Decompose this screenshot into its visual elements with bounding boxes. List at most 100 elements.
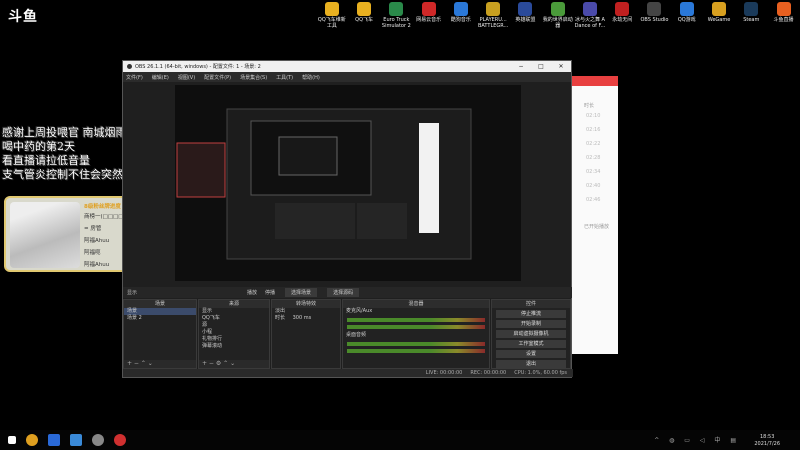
dock-title: 转场特效: [272, 300, 340, 308]
desktop-shortcut[interactable]: 冰与火之舞 A Dance of F...: [574, 2, 606, 40]
menu-file[interactable]: 文件(F): [126, 74, 143, 81]
volume-slider[interactable]: [347, 349, 485, 353]
source-item[interactable]: 礼物排行: [199, 336, 269, 343]
menu-profile[interactable]: 配置文件(P): [204, 74, 231, 81]
menu-tools[interactable]: 工具(T): [276, 74, 293, 81]
system-tray[interactable]: ^ ◍ ▭ ◁ 中 ▤: [654, 435, 740, 444]
desktop-shortcut[interactable]: QQ游戏: [671, 2, 703, 40]
time-item[interactable]: 02:28: [572, 151, 618, 165]
desktop-shortcut[interactable]: 英雄联盟: [510, 2, 542, 40]
virtual-camera-button[interactable]: 启动虚拟摄像机: [496, 330, 566, 338]
app-icon: [615, 2, 630, 16]
desktop-shortcut[interactable]: 酷狗音乐: [445, 2, 477, 40]
source-item[interactable]: 源: [199, 322, 269, 329]
fan-row: 阿福Ahuu: [84, 262, 110, 268]
time-item[interactable]: 02:46: [572, 193, 618, 207]
select-source-button[interactable]: 选择源码: [327, 288, 360, 297]
time-item[interactable]: 02:10: [572, 109, 618, 123]
desktop-shortcut[interactable]: QQ飞车: [348, 2, 380, 40]
studio-mode-button[interactable]: 工作室模式: [496, 340, 566, 348]
time-item[interactable]: 02:22: [572, 137, 618, 151]
radio-play[interactable]: 播放: [247, 289, 257, 296]
dock-title: 来源: [199, 300, 269, 308]
start-record-button[interactable]: 开始录制: [496, 320, 566, 328]
menu-scene-collection[interactable]: 场景集合(S): [240, 74, 267, 81]
source-item[interactable]: 小程: [199, 329, 269, 336]
desktop-shortcut[interactable]: WeGame: [703, 2, 735, 40]
app-icon: [550, 2, 565, 16]
source-item[interactable]: QQ飞车: [199, 315, 269, 322]
time-item[interactable]: 02:16: [572, 123, 618, 137]
app-icon[interactable]: [70, 434, 82, 446]
douyu-logo: 斗鱼: [8, 9, 38, 25]
source-item[interactable]: 弹幕滚动: [199, 343, 269, 350]
app-icon: [647, 2, 662, 16]
shortcut-label: 斗鱼直播: [773, 17, 794, 23]
chrome-icon[interactable]: [26, 434, 38, 446]
dock-title: 场景: [124, 300, 196, 308]
time-item[interactable]: 02:40: [572, 179, 618, 193]
shortcut-label: QQ游戏: [677, 17, 696, 23]
duration-input[interactable]: 300 ms: [293, 315, 312, 321]
stop-stream-button[interactable]: 停止推流: [496, 310, 566, 318]
side-browser-window[interactable]: 时长 02:10 02:16 02:22 02:28 02:34 02:40 0…: [572, 76, 618, 354]
desktop-shortcut[interactable]: 永劫无间: [606, 2, 638, 40]
exit-button[interactable]: 退出: [496, 360, 566, 368]
desktop-shortcut[interactable]: Steam: [735, 2, 767, 40]
shortcut-label: 酷狗音乐: [450, 17, 471, 23]
clock-time: 18:53: [759, 434, 775, 440]
desktop-shortcut[interactable]: QQ飞车维新工具: [316, 2, 348, 40]
preview-nested-capture: [175, 85, 521, 281]
dock-toolbar[interactable]: + − ⚙ ⌃ ⌄: [199, 360, 269, 368]
select-scene-button[interactable]: 选择场景: [285, 288, 318, 297]
close-icon[interactable]: ✕: [551, 63, 571, 70]
fan-row: 阿福Ahuu: [84, 238, 110, 244]
shortcut-label: PLAYERU... BATTLEGR...: [477, 17, 509, 29]
clock-date: 2021/7/26: [754, 441, 780, 447]
controls-dock: 控件 停止推流 开始录制 启动虚拟摄像机 工作室模式 设置 退出: [491, 299, 571, 369]
dock-toolbar[interactable]: + − ⌃ ⌄: [124, 360, 196, 368]
obs-title: OBS 26.1.1 (64-bit, windows) - 配置文件: 1 -…: [135, 64, 261, 70]
radio-stop[interactable]: 停播: [265, 289, 275, 296]
maximize-icon[interactable]: □: [531, 63, 551, 70]
app-icon: [453, 2, 468, 16]
windows-start-icon[interactable]: [8, 436, 16, 444]
browser-icon[interactable]: [48, 434, 60, 446]
sources-dock: 来源 显示 QQ飞车 源 小程 礼物排行 弹幕滚动 + − ⚙ ⌃ ⌄: [198, 299, 270, 369]
netease-music-icon[interactable]: [114, 434, 126, 446]
menu-edit[interactable]: 编辑(E): [152, 74, 169, 81]
shortcut-label: 网易云音乐: [416, 17, 442, 23]
obs-icon: [127, 64, 132, 69]
volume-slider[interactable]: [347, 325, 485, 329]
desktop-shortcut[interactable]: 我的世界启动器: [542, 2, 574, 40]
scene-item[interactable]: 场景 2: [124, 315, 196, 322]
app-icon: [486, 2, 501, 16]
source-item[interactable]: 显示: [199, 308, 269, 315]
desktop-shortcut[interactable]: OBS Studio: [639, 2, 671, 40]
menu-view[interactable]: 视图(V): [178, 74, 195, 81]
time-item[interactable]: 02:34: [572, 165, 618, 179]
obs-menubar: 文件(F) 编辑(E) 视图(V) 配置文件(P) 场景集合(S) 工具(T) …: [123, 72, 571, 82]
shortcut-label: OBS Studio: [640, 17, 669, 23]
scene-item[interactable]: 场景: [124, 308, 196, 315]
obs-window[interactable]: OBS 26.1.1 (64-bit, windows) - 配置文件: 1 -…: [122, 60, 573, 378]
scene-tag: 显示: [127, 290, 138, 296]
app-icon: [712, 2, 727, 16]
minimize-icon[interactable]: −: [511, 63, 531, 70]
desktop-shortcut[interactable]: PLAYERU... BATTLEGR...: [477, 2, 509, 40]
cpu-fps: CPU: 1.0%, 60.00 fps: [514, 370, 567, 376]
settings-button[interactable]: 设置: [496, 350, 566, 358]
desktop-shortcut[interactable]: 斗鱼直播: [768, 2, 800, 40]
fan-row: 阿福呃: [84, 250, 101, 256]
desktop-shortcut[interactable]: Euro Truck Simulator 2: [381, 2, 413, 40]
menu-help[interactable]: 帮助(H): [302, 74, 320, 81]
audio-meter: [347, 342, 485, 346]
desktop-shortcut[interactable]: 网易云音乐: [413, 2, 445, 40]
obs-taskbar-icon[interactable]: [92, 434, 104, 446]
taskbar-clock[interactable]: 18:53 2021/7/26: [754, 434, 780, 448]
transition-select[interactable]: 淡出: [272, 308, 340, 315]
app-icon: [582, 2, 597, 16]
obs-preview[interactable]: [175, 85, 521, 281]
obs-titlebar[interactable]: OBS 26.1.1 (64-bit, windows) - 配置文件: 1 -…: [123, 61, 571, 72]
app-icon: [744, 2, 759, 16]
